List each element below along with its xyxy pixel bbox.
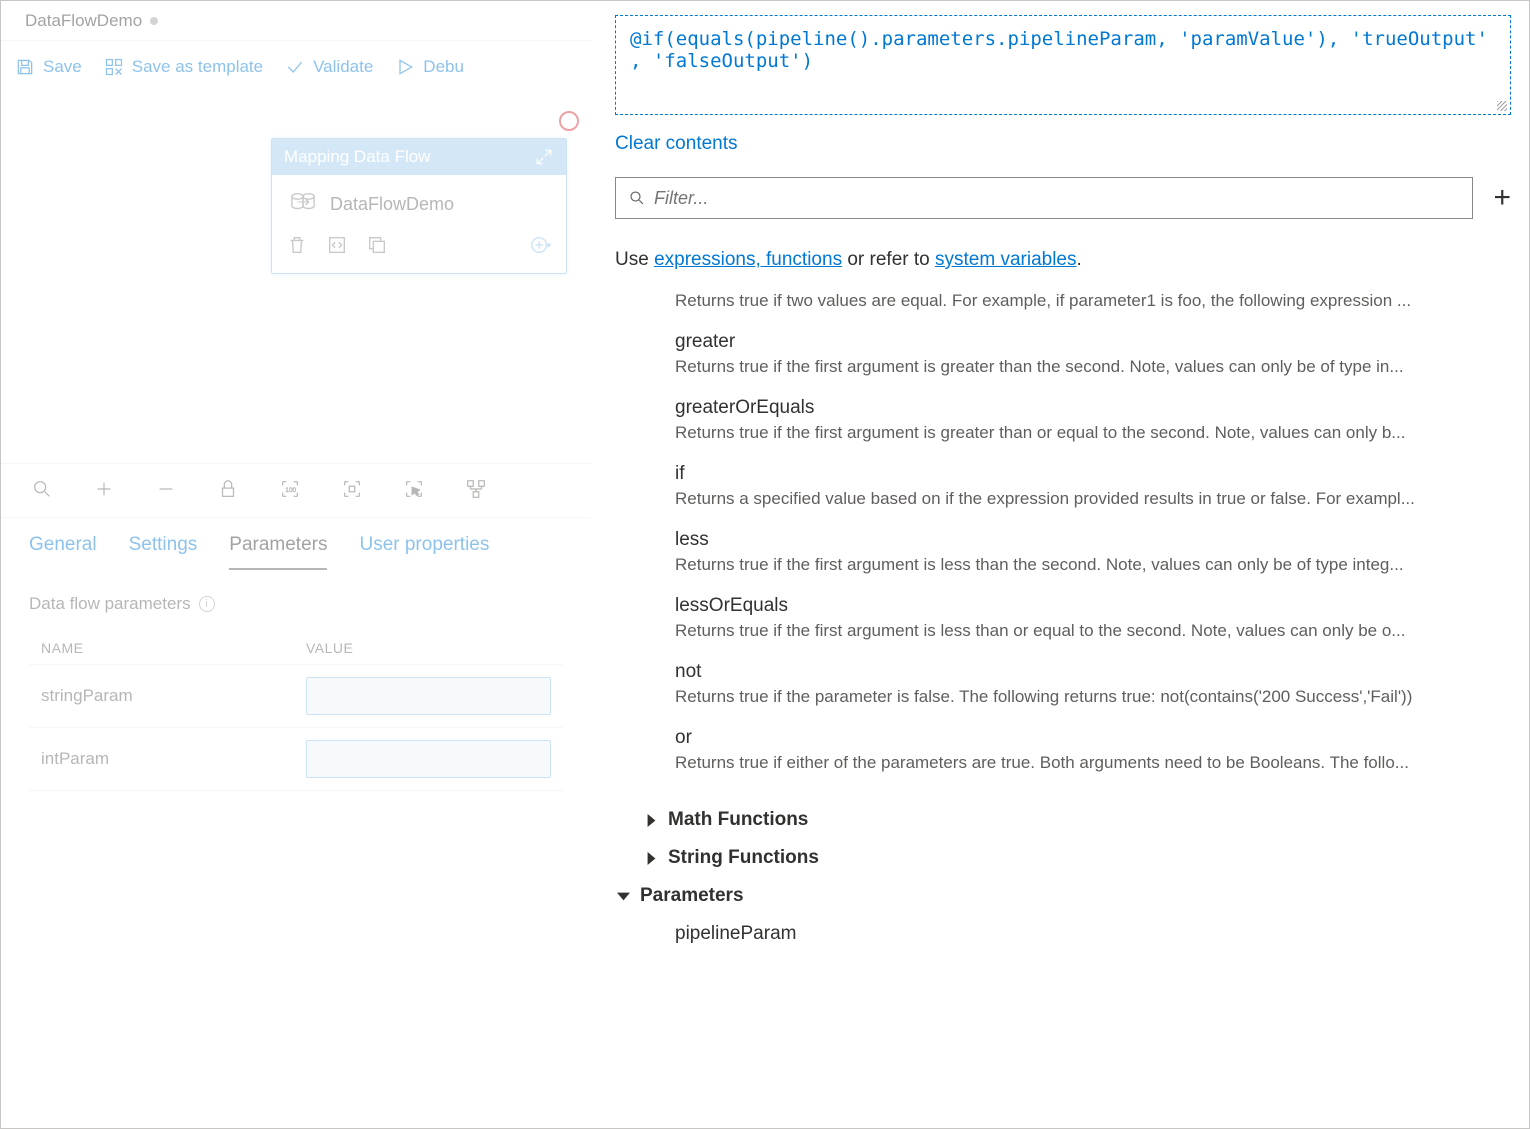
fit-icon[interactable] [341,478,363,503]
autolayout-icon[interactable] [465,478,487,503]
zoom-100-icon[interactable]: 100 [279,478,301,503]
function-list: Returns true if two values are equal. Fo… [615,291,1511,793]
function-item[interactable]: if Returns a specified value based on if… [675,463,1511,509]
bottom-tabs: General Settings Parameters User propert… [1,518,591,570]
filter-box[interactable] [615,177,1473,219]
designer-panel: DataFlowDemo Save Save as template Valid… [1,1,591,1128]
param-row: intParam [29,728,563,791]
template-icon [104,57,124,77]
canvas-area[interactable]: Mapping Data Flow DataFlowDemo [1,93,591,463]
expression-textarea[interactable]: @if(equals(pipeline().parameters.pipelin… [615,15,1511,115]
param-name: stringParam [41,686,306,706]
hint-line: Use expressions, functions or refer to s… [615,249,1511,271]
chevron-right-icon [645,852,658,865]
debug-button[interactable]: Debu [395,57,464,77]
dataflow-activity[interactable]: Mapping Data Flow DataFlowDemo [271,138,567,274]
activity-footer [272,228,566,273]
chevron-down-icon [617,890,630,903]
lock-icon[interactable] [217,478,239,503]
function-item[interactable]: greaterOrEquals Returns true if the firs… [675,397,1511,443]
filter-input[interactable] [654,188,1460,209]
delete-icon[interactable] [286,234,308,259]
category-tree: Math Functions String Functions Paramete… [615,801,1511,953]
play-icon [395,57,415,77]
add-output-icon[interactable] [530,234,552,259]
dirty-dot-icon [150,17,158,25]
function-item[interactable]: or Returns true if either of the paramet… [675,727,1511,773]
save-as-template-button[interactable]: Save as template [104,57,263,77]
save-icon [15,57,35,77]
activity-body: DataFlowDemo [272,175,566,228]
zoom-out-icon[interactable] [155,478,177,503]
chevron-right-icon [645,814,658,827]
search-icon[interactable] [31,478,53,503]
zoom-in-icon[interactable] [93,478,115,503]
tree-string-functions[interactable]: String Functions [645,839,1511,877]
param-row: stringParam [29,665,563,728]
select-icon[interactable] [403,478,425,503]
info-icon[interactable]: i [199,596,215,612]
check-icon [285,57,305,77]
code-icon[interactable] [326,234,348,259]
expand-icon[interactable] [534,147,554,167]
params-head: NAME VALUE [29,632,563,665]
tree-math-functions[interactable]: Math Functions [645,801,1511,839]
add-button[interactable]: + [1493,183,1511,213]
param-name: intParam [41,749,306,769]
svg-text:100: 100 [285,487,296,494]
system-variables-link[interactable]: system variables [935,249,1077,270]
function-item[interactable]: lessOrEquals Returns true if the first a… [675,595,1511,641]
expression-builder-panel: @if(equals(pipeline().parameters.pipelin… [591,1,1529,1128]
tree-param-leaf[interactable]: pipelineParam [645,915,1511,953]
pipeline-tab[interactable]: DataFlowDemo [9,2,174,40]
func-desc: Returns true if two values are equal. Fo… [675,291,1511,311]
save-button[interactable]: Save [15,57,82,77]
tab-title: DataFlowDemo [25,11,142,31]
canvas-toolbar: 100 [1,463,591,518]
tab-user-properties[interactable]: User properties [359,534,489,570]
clear-contents-link[interactable]: Clear contents [615,133,1511,155]
main-toolbar: Save Save as template Validate Debu [1,41,591,93]
expressions-link[interactable]: expressions, functions [654,249,842,270]
tab-parameters[interactable]: Parameters [229,534,327,570]
copy-icon[interactable] [366,234,388,259]
resize-handle-icon[interactable] [1496,100,1508,112]
dataflow-icon [290,191,316,218]
dataflow-parameters-section: Data flow parameters i NAME VALUE string… [1,570,591,815]
search-icon [628,189,646,207]
params-title: Data flow parameters i [29,594,563,614]
validate-button[interactable]: Validate [285,57,373,77]
tab-strip: DataFlowDemo [1,1,591,41]
tree-parameters[interactable]: Parameters [617,877,1511,915]
param-value-input[interactable] [306,677,551,715]
function-item[interactable]: not Returns true if the parameter is fal… [675,661,1511,707]
function-item[interactable]: greater Returns true if the first argume… [675,331,1511,377]
activity-header: Mapping Data Flow [272,139,566,175]
validation-error-icon [559,111,579,131]
function-item[interactable]: less Returns true if the first argument … [675,529,1511,575]
activity-name: DataFlowDemo [330,194,454,215]
tab-general[interactable]: General [29,534,97,570]
param-value-input[interactable] [306,740,551,778]
tab-settings[interactable]: Settings [129,534,198,570]
